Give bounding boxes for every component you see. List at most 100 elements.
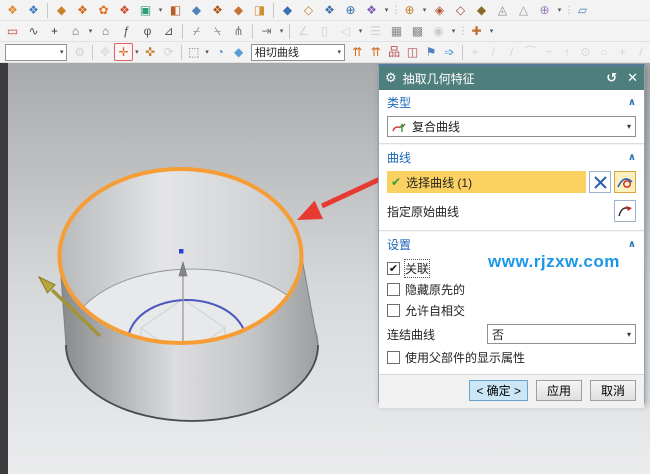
dropdown-arrow-icon[interactable]: ▾ bbox=[203, 48, 211, 56]
tb3-move-icon[interactable]: ✥ bbox=[96, 43, 114, 61]
dropdown-arrow-icon[interactable]: ▾ bbox=[420, 6, 429, 14]
tb1-feature-icon-17[interactable]: ❖ bbox=[361, 1, 382, 19]
tb3-stop-at-intersection-icon[interactable]: ⇈ bbox=[348, 43, 366, 61]
tb3-block-icon[interactable]: ◫ bbox=[403, 43, 421, 61]
toolbar-grip[interactable]: ⋮ bbox=[458, 26, 466, 37]
tb1-feature-icon-22[interactable]: ◬ bbox=[492, 1, 513, 19]
tb1-feature-icon-10[interactable]: ❖ bbox=[207, 1, 228, 19]
dropdown-arrow-icon[interactable]: ▾ bbox=[277, 27, 286, 35]
curve-rule-combo[interactable]: 相切曲线▾ bbox=[251, 44, 345, 61]
tb3-rotate-icon[interactable]: ⟳ bbox=[159, 43, 177, 61]
tb3-rectangle-select-icon[interactable]: ⬚ bbox=[185, 43, 203, 61]
tb1-feature-icon-3[interactable]: ◆ bbox=[51, 1, 72, 19]
dropdown-arrow-icon[interactable]: ▾ bbox=[449, 27, 458, 35]
tb1-feature-icon-4[interactable]: ❖ bbox=[72, 1, 93, 19]
toolbar-grip[interactable]: ⋮ bbox=[391, 5, 399, 16]
tb1-feature-icon-18[interactable]: ⊕ bbox=[399, 1, 420, 19]
dropdown-arrow-icon[interactable]: ▾ bbox=[555, 6, 564, 14]
tb2-datum-icon[interactable]: ✚ bbox=[466, 22, 487, 40]
tb1-feature-icon-9[interactable]: ◆ bbox=[186, 1, 207, 19]
dropdown-arrow-icon[interactable]: ▾ bbox=[86, 27, 95, 35]
tb3-dim-icon-1[interactable]: + bbox=[466, 43, 484, 61]
tb3-dim-spline-icon[interactable]: ~ bbox=[539, 43, 557, 61]
tb3-render-sphere-icon[interactable]: ◔ bbox=[211, 43, 229, 61]
chevron-up-icon[interactable]: ∧ bbox=[628, 152, 636, 163]
cancel-button[interactable]: 取消 bbox=[590, 380, 636, 401]
chevron-up-icon[interactable]: ∧ bbox=[628, 97, 636, 108]
tb2-pattern-icon[interactable]: ☰ bbox=[365, 22, 386, 40]
selection-filter-combo[interactable]: ▾ bbox=[5, 44, 67, 61]
tb2-grid-icon-2[interactable]: ▩ bbox=[407, 22, 428, 40]
dropdown-arrow-icon[interactable]: ▾ bbox=[487, 27, 496, 35]
tangent-curves-button[interactable] bbox=[614, 171, 636, 193]
tb3-dim-circle-icon[interactable]: ○ bbox=[595, 43, 613, 61]
hide-original-label[interactable]: 隐藏原先的 bbox=[405, 281, 465, 298]
apply-button[interactable]: 应用 bbox=[536, 380, 582, 401]
tb2-circle-icon[interactable]: φ bbox=[137, 22, 158, 40]
tb1-feature-icon-16[interactable]: ⊕ bbox=[340, 1, 361, 19]
dropdown-arrow-icon[interactable]: ▾ bbox=[356, 27, 365, 35]
tb3-follow-fillet-icon[interactable]: ⇈ bbox=[366, 43, 384, 61]
tb3-forward-icon[interactable]: ➩ bbox=[440, 43, 458, 61]
tb1-feature-icon-2[interactable]: ❖ bbox=[23, 1, 44, 19]
tb2-profile-icon[interactable]: ⌂ bbox=[65, 22, 86, 40]
tb3-flag-icon[interactable]: ⚑ bbox=[422, 43, 440, 61]
dropdown-arrow-icon[interactable]: ▾ bbox=[382, 6, 391, 14]
type-combo[interactable]: 复合曲线 ▾ bbox=[387, 116, 636, 137]
tb3-dim-line-icon-2[interactable]: / bbox=[502, 43, 520, 61]
tb1-feature-icon-12[interactable]: ◨ bbox=[249, 1, 270, 19]
select-curve-field[interactable]: ✔ 选择曲线 (1) bbox=[387, 171, 586, 193]
associative-label[interactable]: 关联 bbox=[405, 260, 429, 277]
tb2-trim-icon-2[interactable]: ⍀ bbox=[207, 22, 228, 40]
tb1-feature-icon-8[interactable]: ◧ bbox=[165, 1, 186, 19]
tb1-feature-icon-15[interactable]: ❖ bbox=[319, 1, 340, 19]
tb1-feature-icon-13[interactable]: ◆ bbox=[277, 1, 298, 19]
specify-origin-curve-button[interactable] bbox=[614, 200, 636, 222]
tb2-fillet-icon[interactable]: ƒ bbox=[116, 22, 137, 40]
tb2-constraint-icon[interactable]: ◉ bbox=[428, 22, 449, 40]
tb1-feature-icon-7[interactable]: ▣ bbox=[135, 1, 156, 19]
tb2-line-icon[interactable]: ⊿ bbox=[158, 22, 179, 40]
hide-original-checkbox[interactable] bbox=[387, 283, 400, 296]
tb1-feature-icon-19[interactable]: ◈ bbox=[429, 1, 450, 19]
tb3-point-on-curve-icon[interactable]: ✜ bbox=[141, 43, 159, 61]
tb2-rect-icon[interactable]: ▯ bbox=[314, 22, 335, 40]
tb1-feature-icon-14[interactable]: ◇ bbox=[298, 1, 319, 19]
tb1-feature-icon-20[interactable]: ◇ bbox=[450, 1, 471, 19]
tb3-dim-line-icon-3[interactable]: / bbox=[632, 43, 650, 61]
tb1-feature-icon-11[interactable]: ◆ bbox=[228, 1, 249, 19]
associative-checkbox[interactable]: ✔ bbox=[387, 262, 400, 275]
tb3-dim-arc-icon[interactable]: ⌒ bbox=[521, 43, 539, 61]
dialog-titlebar[interactable]: ⚙ 抽取几何特征 ↺ ✕ bbox=[379, 66, 644, 90]
join-curves-combo[interactable]: 否 ▾ bbox=[487, 324, 636, 344]
parent-display-checkbox[interactable] bbox=[387, 351, 400, 364]
tb2-spline-icon[interactable]: ∿ bbox=[23, 22, 44, 40]
tb1-feature-icon-6[interactable]: ❖ bbox=[114, 1, 135, 19]
tb3-assembly-tree-icon[interactable]: 品 bbox=[385, 43, 403, 61]
close-icon[interactable]: ✕ bbox=[627, 70, 638, 86]
reset-icon[interactable]: ↺ bbox=[606, 70, 617, 86]
tb1-feature-icon-21[interactable]: ◆ bbox=[471, 1, 492, 19]
tb3-snap-point-icon[interactable]: ✛ bbox=[114, 43, 133, 61]
tb1-feature-icon-1[interactable]: ❖ bbox=[2, 1, 23, 19]
allow-self-intersect-checkbox[interactable] bbox=[387, 304, 400, 317]
tb2-curve-icon-1[interactable]: ▭ bbox=[2, 22, 23, 40]
allow-self-intersect-label[interactable]: 允许自相交 bbox=[405, 302, 465, 319]
tb3-dim-plus-icon[interactable]: + bbox=[613, 43, 631, 61]
parent-display-label[interactable]: 使用父部件的显示属性 bbox=[405, 349, 525, 366]
tb2-angle-icon[interactable]: ∠ bbox=[293, 22, 314, 40]
toolbar-grip[interactable]: ⋮ bbox=[564, 5, 572, 16]
deselect-button[interactable] bbox=[589, 171, 611, 193]
tb2-extend-icon[interactable]: ⋔ bbox=[228, 22, 249, 40]
ok-button[interactable]: < 确定 > bbox=[469, 380, 528, 401]
dropdown-arrow-icon[interactable]: ▾ bbox=[133, 48, 141, 56]
chevron-up-icon[interactable]: ∧ bbox=[628, 239, 636, 250]
tb2-mirror-icon[interactable]: ◁ bbox=[335, 22, 356, 40]
tb2-offset-icon[interactable]: ⇥ bbox=[256, 22, 277, 40]
dropdown-arrow-icon[interactable]: ▾ bbox=[156, 6, 165, 14]
tb1-feature-icon-24[interactable]: ⊕ bbox=[534, 1, 555, 19]
tb2-trim-icon-1[interactable]: ⌿ bbox=[186, 22, 207, 40]
tb3-dim-arrow-icon[interactable]: ↑ bbox=[558, 43, 576, 61]
tb2-profile-icon-2[interactable]: ⌂ bbox=[95, 22, 116, 40]
tb1-feature-icon-23[interactable]: △ bbox=[513, 1, 534, 19]
